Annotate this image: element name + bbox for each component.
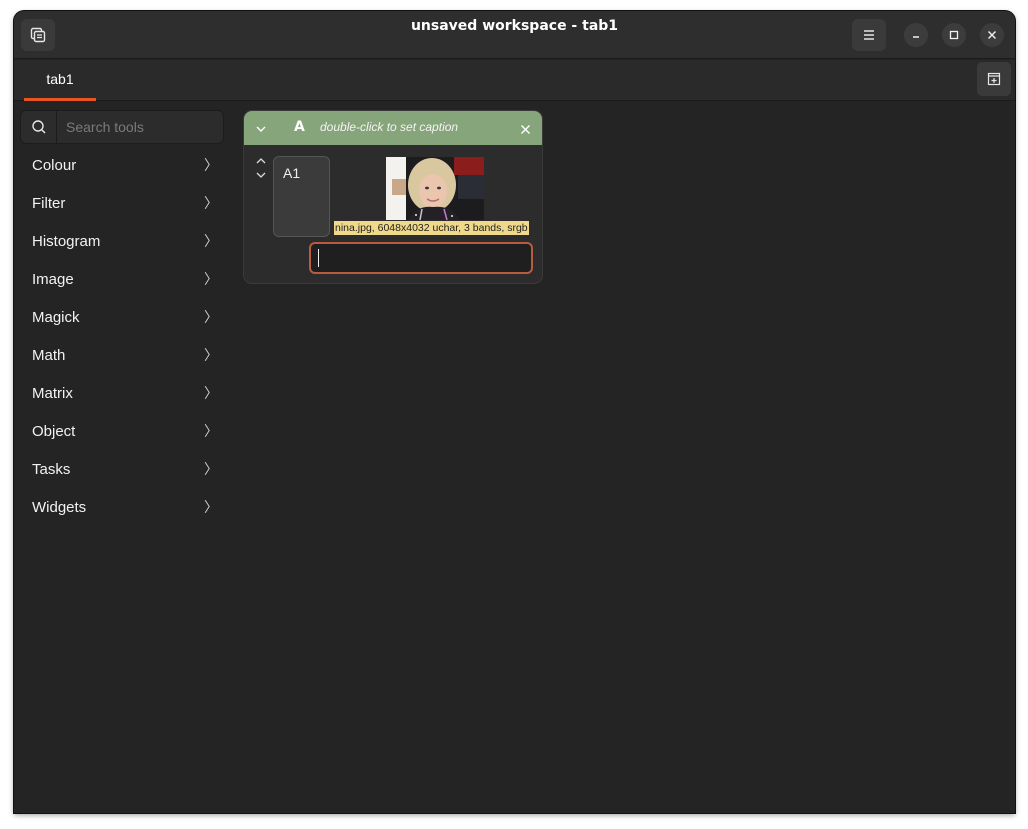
row-name-A1[interactable]: A1 — [273, 156, 330, 237]
close-node-button[interactable] — [520, 120, 531, 139]
menu-item-math[interactable]: Math 〉 — [20, 336, 224, 374]
node-name-letter: A — [294, 119, 305, 135]
menu-item-label: Image — [32, 270, 74, 288]
menu-item-label: Math — [32, 346, 66, 364]
search-icon-button[interactable] — [21, 111, 57, 143]
menu-item-colour[interactable]: Colour 〉 — [20, 146, 224, 184]
workspace-node-A[interactable]: A double-click to set caption A1 nina.jp… — [243, 110, 543, 284]
tab-tab1[interactable]: tab1 — [24, 60, 96, 101]
main-menu-button[interactable] — [852, 19, 886, 51]
menu-item-filter[interactable]: Filter 〉 — [20, 184, 224, 222]
hamburger-menu-icon — [864, 30, 874, 40]
row-reorder-control[interactable] — [255, 156, 269, 180]
chevron-right-icon: 〉 — [204, 195, 218, 211]
new-tab-button[interactable] — [977, 62, 1011, 96]
maximize-icon — [949, 30, 959, 40]
title-bar[interactable]: unsaved workspace - tab1 — [14, 11, 1015, 59]
search-box — [20, 110, 224, 144]
minimize-icon — [913, 36, 919, 38]
menu-item-matrix[interactable]: Matrix 〉 — [20, 374, 224, 412]
menu-item-widgets[interactable]: Widgets 〉 — [20, 488, 224, 526]
node-caption[interactable]: double-click to set caption — [320, 120, 458, 134]
menu-item-label: Colour — [32, 156, 77, 174]
app-window: unsaved workspace - tab1 tab1 Search too… — [14, 11, 1015, 813]
menu-item-image[interactable]: Image 〉 — [20, 260, 224, 298]
menu-item-label: Widgets — [32, 498, 87, 516]
image-thumbnail[interactable] — [386, 157, 484, 220]
chevron-right-icon: 〉 — [204, 271, 218, 287]
tool-menu: Colour 〉 Filter 〉 Histogram 〉 Image 〉 Ma… — [20, 146, 224, 526]
new-tab-icon — [987, 72, 1001, 86]
minimize-button[interactable] — [904, 23, 928, 47]
chevron-right-icon: 〉 — [204, 309, 218, 325]
menu-item-label: Histogram — [32, 232, 101, 250]
menu-item-magick[interactable]: Magick 〉 — [20, 298, 224, 336]
menu-item-label: Tasks — [32, 460, 71, 478]
portrait-photo — [386, 157, 484, 220]
collapse-node-button[interactable] — [255, 120, 267, 139]
menu-item-label: Object — [32, 422, 76, 440]
close-icon — [521, 125, 530, 134]
menu-item-object[interactable]: Object 〉 — [20, 412, 224, 450]
chevron-down-icon — [256, 126, 266, 132]
chevron-down-icon[interactable] — [255, 170, 267, 180]
menu-item-label: Magick — [32, 308, 80, 326]
maximize-button[interactable] — [942, 23, 966, 47]
close-window-button[interactable] — [980, 23, 1004, 47]
search-input[interactable] — [58, 111, 223, 143]
chevron-right-icon: 〉 — [204, 385, 218, 401]
menu-item-label: Filter — [32, 194, 66, 212]
chevron-right-icon: 〉 — [204, 499, 218, 515]
tab-bar: tab1 — [14, 60, 1015, 101]
image-info-label: nina.jpg, 6048x4032 uchar, 3 bands, srgb — [334, 221, 529, 235]
search-icon — [31, 120, 46, 134]
expression-input[interactable] — [309, 242, 533, 274]
chevron-right-icon: 〉 — [204, 347, 218, 363]
chevron-right-icon: 〉 — [204, 233, 218, 249]
menu-item-histogram[interactable]: Histogram 〉 — [20, 222, 224, 260]
menu-item-label: Matrix — [32, 384, 73, 402]
chevron-right-icon: 〉 — [204, 461, 218, 477]
menu-item-tasks[interactable]: Tasks 〉 — [20, 450, 224, 488]
close-icon — [988, 31, 996, 39]
text-caret — [318, 249, 319, 267]
node-header[interactable]: A double-click to set caption — [244, 111, 542, 145]
chevron-right-icon: 〉 — [204, 423, 218, 439]
chevron-right-icon: 〉 — [204, 157, 218, 173]
chevron-up-icon[interactable] — [255, 156, 267, 166]
